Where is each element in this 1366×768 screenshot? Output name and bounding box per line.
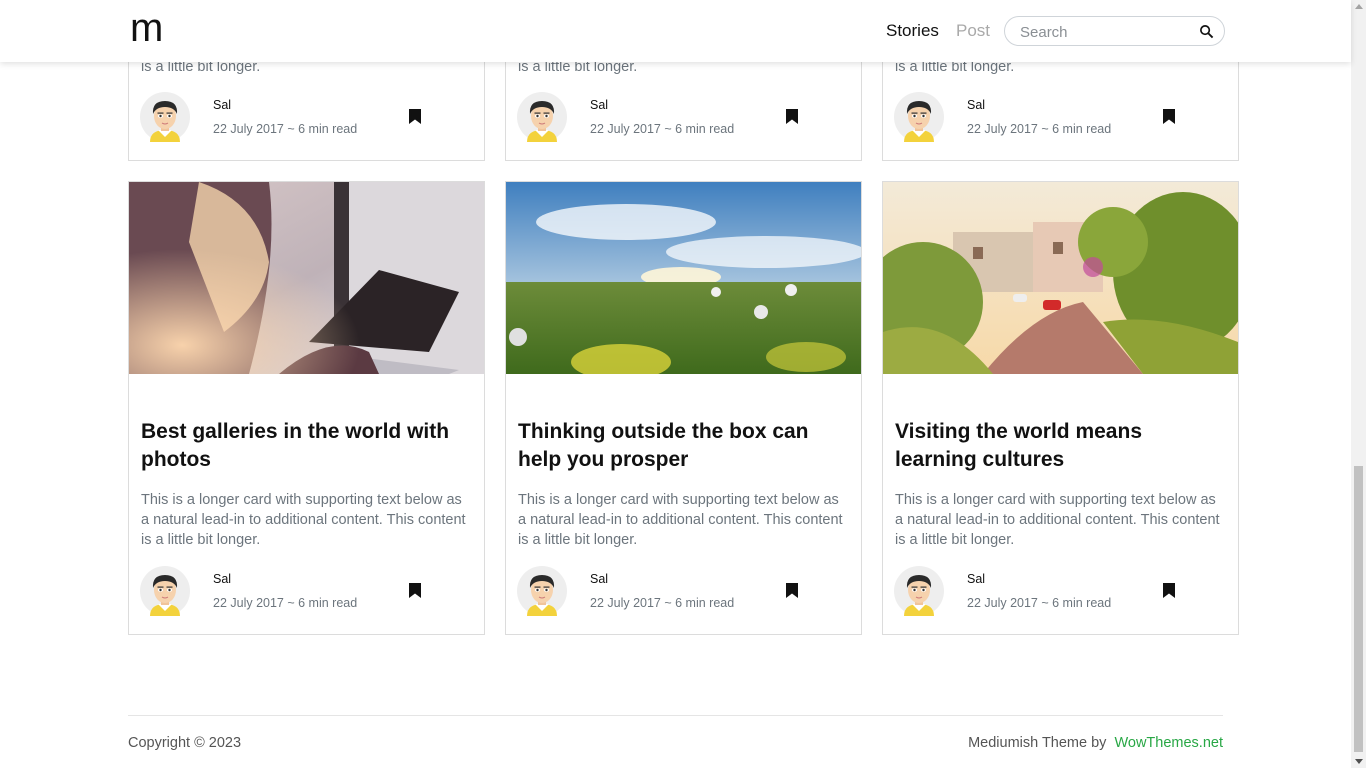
author-name[interactable]: Sal: [967, 97, 985, 113]
scroll-down-arrow-icon[interactable]: [1355, 759, 1363, 764]
card-visiting-world[interactable]: Visiting the world means learning cultur…: [882, 181, 1239, 635]
card-text: This is a longer card with supporting te…: [518, 492, 843, 548]
footer-credit-link[interactable]: WowThemes.net: [1114, 735, 1223, 751]
card-text: This is a longer card with supporting te…: [141, 492, 466, 548]
post-meta: 22 July 2017 ~ 6 min read: [213, 122, 358, 136]
author-name[interactable]: Sal: [590, 571, 608, 587]
search-icon[interactable]: [1199, 24, 1214, 39]
search-input[interactable]: [1020, 22, 1190, 42]
bookmark-icon[interactable]: [409, 583, 421, 598]
author-avatar[interactable]: [517, 92, 567, 142]
footer-copyright: Copyright © 2023: [128, 735, 242, 751]
nav-link-stories[interactable]: Stories: [886, 20, 939, 42]
bookmark-icon[interactable]: [409, 109, 421, 124]
bookmark-icon[interactable]: [1163, 583, 1175, 598]
scrollbar-thumb[interactable]: [1354, 466, 1363, 752]
post-meta: 22 July 2017 ~ 6 min read: [967, 596, 1112, 610]
author-avatar[interactable]: [894, 92, 944, 142]
card-title[interactable]: Visiting the world means learning cultur…: [895, 418, 1225, 474]
footer-divider: [128, 715, 1223, 716]
search-box: [1004, 16, 1225, 46]
nav-link-post[interactable]: Post: [956, 20, 990, 42]
author-avatar[interactable]: [140, 92, 190, 142]
card-image-laptop[interactable]: [129, 182, 484, 374]
scroll-up-arrow-icon[interactable]: [1355, 4, 1363, 9]
author-name[interactable]: Sal: [590, 97, 608, 113]
top-navbar: m Stories Post: [0, 0, 1351, 62]
card-best-galleries[interactable]: Best galleries in the world with photos …: [128, 181, 485, 635]
author-avatar[interactable]: [140, 566, 190, 616]
author-name[interactable]: Sal: [967, 571, 985, 587]
bookmark-icon[interactable]: [1163, 109, 1175, 124]
brand-logo[interactable]: m: [130, 6, 163, 50]
bookmark-icon[interactable]: [786, 583, 798, 598]
card-image-meadow[interactable]: [506, 182, 861, 374]
card-title[interactable]: Thinking outside the box can help you pr…: [518, 418, 848, 474]
card-text: This is a longer card with supporting te…: [895, 492, 1220, 548]
post-meta: 22 July 2017 ~ 6 min read: [590, 122, 735, 136]
card-image-street[interactable]: [883, 182, 1238, 374]
footer-credit-prefix: Mediumish Theme by: [968, 735, 1107, 751]
bookmark-icon[interactable]: [786, 109, 798, 124]
post-meta: 22 July 2017 ~ 6 min read: [213, 596, 358, 610]
footer-credit: Mediumish Theme by WowThemes.net: [968, 734, 1223, 752]
card-title[interactable]: Best galleries in the world with photos: [141, 418, 471, 474]
post-meta: 22 July 2017 ~ 6 min read: [967, 122, 1112, 136]
author-avatar[interactable]: [517, 566, 567, 616]
post-meta: 22 July 2017 ~ 6 min read: [590, 596, 735, 610]
author-name[interactable]: Sal: [213, 571, 231, 587]
author-name[interactable]: Sal: [213, 97, 231, 113]
author-avatar[interactable]: [894, 566, 944, 616]
card-thinking-outside[interactable]: Thinking outside the box can help you pr…: [505, 181, 862, 635]
page-scrollbar[interactable]: [1351, 0, 1366, 768]
